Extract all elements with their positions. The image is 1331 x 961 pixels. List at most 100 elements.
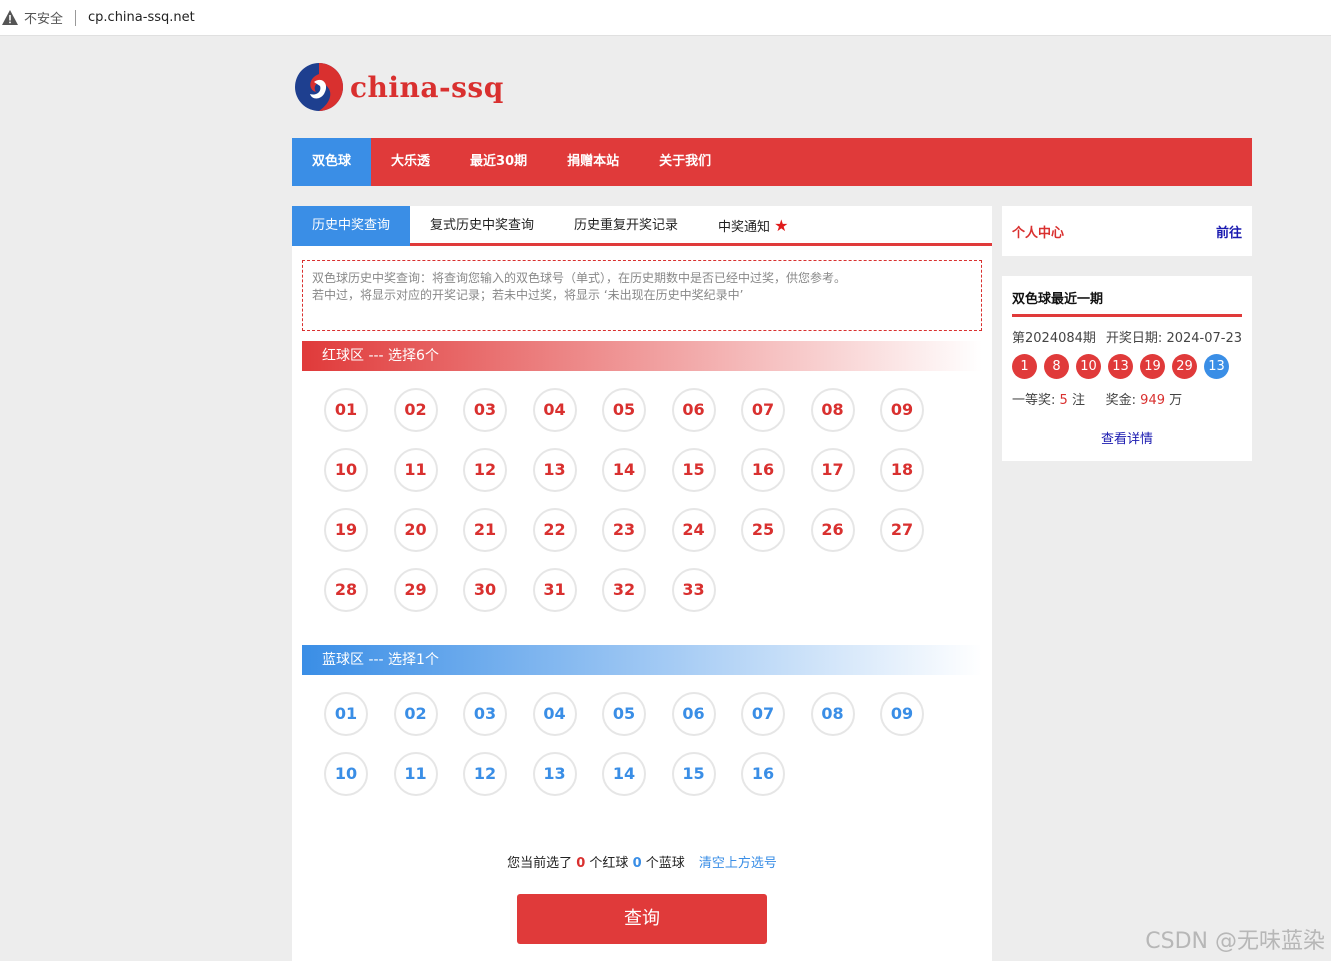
- blue-ball[interactable]: 10: [324, 752, 368, 796]
- red-ball[interactable]: 29: [393, 568, 438, 612]
- nav-item-donate[interactable]: 捐赠本站: [547, 138, 639, 186]
- red-ball[interactable]: 20: [393, 508, 438, 552]
- red-ball[interactable]: 27: [880, 508, 924, 552]
- prize-unit: 万: [1169, 393, 1183, 408]
- view-detail-link[interactable]: 查看详情: [1012, 428, 1242, 447]
- blue-ball[interactable]: 04: [532, 692, 577, 736]
- blue-ball[interactable]: 01: [324, 692, 368, 736]
- red-ball[interactable]: 12: [463, 448, 507, 492]
- url-field[interactable]: cp.china-ssq.net: [88, 10, 195, 25]
- blue-ball[interactable]: 12: [463, 752, 507, 796]
- issue-number: 第2024084期: [1012, 331, 1096, 346]
- tab-compound-query[interactable]: 复式历史中奖查询: [410, 206, 554, 246]
- red-ball[interactable]: 06: [671, 388, 716, 432]
- tab-history-query[interactable]: 历史中奖查询: [292, 206, 411, 246]
- latest-red-number: 8: [1044, 354, 1069, 379]
- red-ball[interactable]: 16: [741, 448, 785, 492]
- red-ball[interactable]: 02: [393, 388, 438, 432]
- nav-item-ssq[interactable]: 双色球: [292, 138, 372, 186]
- selection-prefix: 您当前选了: [507, 856, 573, 871]
- red-ball[interactable]: 10: [324, 448, 368, 492]
- red-count: 0: [576, 856, 586, 871]
- red-ball[interactable]: 03: [463, 388, 507, 432]
- tab-win-notice-label: 中奖通知: [718, 220, 771, 235]
- nav-item-recent30[interactable]: 最近30期: [450, 138, 547, 186]
- first-prize-label: 一等奖:: [1012, 393, 1056, 408]
- red-ball[interactable]: 26: [810, 508, 855, 552]
- user-center-card: 个人中心 前往: [1002, 206, 1252, 256]
- prize-value: 949: [1140, 393, 1165, 408]
- watermark: CSDN @无味蓝染: [1145, 929, 1325, 954]
- red-ball[interactable]: 31: [532, 568, 577, 612]
- red-ball[interactable]: 33: [671, 568, 716, 612]
- red-ball[interactable]: 18: [880, 448, 924, 492]
- blue-ball[interactable]: 06: [671, 692, 716, 736]
- blue-suffix: 个蓝球: [645, 856, 685, 871]
- red-ball[interactable]: 07: [741, 388, 785, 432]
- red-ball[interactable]: 01: [324, 388, 368, 432]
- blue-ball[interactable]: 16: [741, 752, 785, 796]
- latest-draw-numbers: 1 8 10 13 19 29 13: [1012, 354, 1242, 379]
- browser-address-bar: 不安全 cp.china-ssq.net: [0, 0, 1331, 36]
- red-ball[interactable]: 19: [324, 508, 368, 552]
- red-ball[interactable]: 23: [602, 508, 646, 552]
- first-prize-unit: 注: [1071, 393, 1085, 408]
- warning-icon: [2, 10, 18, 26]
- nav-item-about[interactable]: 关于我们: [639, 138, 731, 186]
- blue-ball[interactable]: 09: [880, 692, 924, 736]
- latest-draw-title: 双色球最近一期: [1012, 276, 1242, 317]
- first-prize-count: 5: [1059, 393, 1068, 408]
- logo-text: china-ssq: [350, 70, 504, 104]
- clear-selection-link[interactable]: 清空上方选号: [699, 856, 777, 871]
- red-ball[interactable]: 17: [810, 448, 855, 492]
- blue-ball[interactable]: 14: [602, 752, 646, 796]
- blue-count: 0: [632, 856, 642, 871]
- red-ball[interactable]: 04: [532, 388, 577, 432]
- blue-ball[interactable]: 05: [602, 692, 646, 736]
- red-ball[interactable]: 11: [393, 448, 438, 492]
- blue-ball[interactable]: 07: [741, 692, 785, 736]
- blue-ball[interactable]: 15: [671, 752, 716, 796]
- red-ball[interactable]: 25: [741, 508, 785, 552]
- nav-item-dlt[interactable]: 大乐透: [371, 138, 450, 186]
- latest-red-number: 1: [1012, 354, 1037, 379]
- red-ball[interactable]: 08: [810, 388, 855, 432]
- user-center-link[interactable]: 前往: [1216, 222, 1242, 241]
- latest-draw-info: 第2024084期 开奖日期: 2024-07-23: [1012, 327, 1242, 346]
- logo-icon: [295, 63, 343, 111]
- query-button[interactable]: 查询: [517, 894, 767, 944]
- blue-ball[interactable]: 02: [393, 692, 438, 736]
- red-ball[interactable]: 24: [671, 508, 716, 552]
- prize-info: 一等奖: 5 注 奖金: 949 万: [1012, 389, 1242, 408]
- red-ball[interactable]: 32: [602, 568, 646, 612]
- divider: [75, 9, 77, 26]
- tab-repeat-records[interactable]: 历史重复开奖记录: [554, 206, 698, 246]
- red-ball[interactable]: 13: [532, 448, 577, 492]
- red-ball[interactable]: 30: [463, 568, 507, 612]
- latest-red-number: 29: [1172, 354, 1197, 379]
- red-ball[interactable]: 28: [324, 568, 368, 612]
- blue-ball[interactable]: 03: [463, 692, 507, 736]
- site-logo[interactable]: china-ssq: [294, 62, 504, 112]
- user-center-label: 个人中心: [1012, 225, 1065, 241]
- latest-red-number: 19: [1140, 354, 1165, 379]
- blue-ball[interactable]: 13: [532, 752, 577, 796]
- red-ball[interactable]: 22: [532, 508, 577, 552]
- selection-summary: 您当前选了 0 个红球 0 个蓝球 清空上方选号: [292, 852, 992, 871]
- red-ball[interactable]: 21: [463, 508, 507, 552]
- draw-date-value: 2024-07-23: [1166, 331, 1242, 346]
- red-ball[interactable]: 15: [671, 448, 716, 492]
- security-label[interactable]: 不安全: [24, 8, 63, 27]
- red-ball[interactable]: 09: [880, 388, 924, 432]
- latest-blue-number: 13: [1204, 354, 1229, 379]
- red-ball[interactable]: 14: [602, 448, 646, 492]
- main-panel: 历史中奖查询 复式历史中奖查询 历史重复开奖记录 中奖通知 ★ 双色球历史中奖查询…: [292, 206, 992, 961]
- latest-red-number: 10: [1076, 354, 1101, 379]
- tab-win-notice[interactable]: 中奖通知 ★: [698, 206, 808, 246]
- query-tabs: 历史中奖查询 复式历史中奖查询 历史重复开奖记录 中奖通知 ★: [292, 206, 992, 246]
- blue-ball[interactable]: 11: [393, 752, 438, 796]
- query-notice: 双色球历史中奖查询：将查询您输入的双色球号（单式），在历史期数中是否已经中过奖，…: [302, 260, 982, 331]
- red-ball[interactable]: 05: [602, 388, 646, 432]
- draw-date: 开奖日期: 2024-07-23: [1106, 327, 1242, 346]
- blue-ball[interactable]: 08: [810, 692, 855, 736]
